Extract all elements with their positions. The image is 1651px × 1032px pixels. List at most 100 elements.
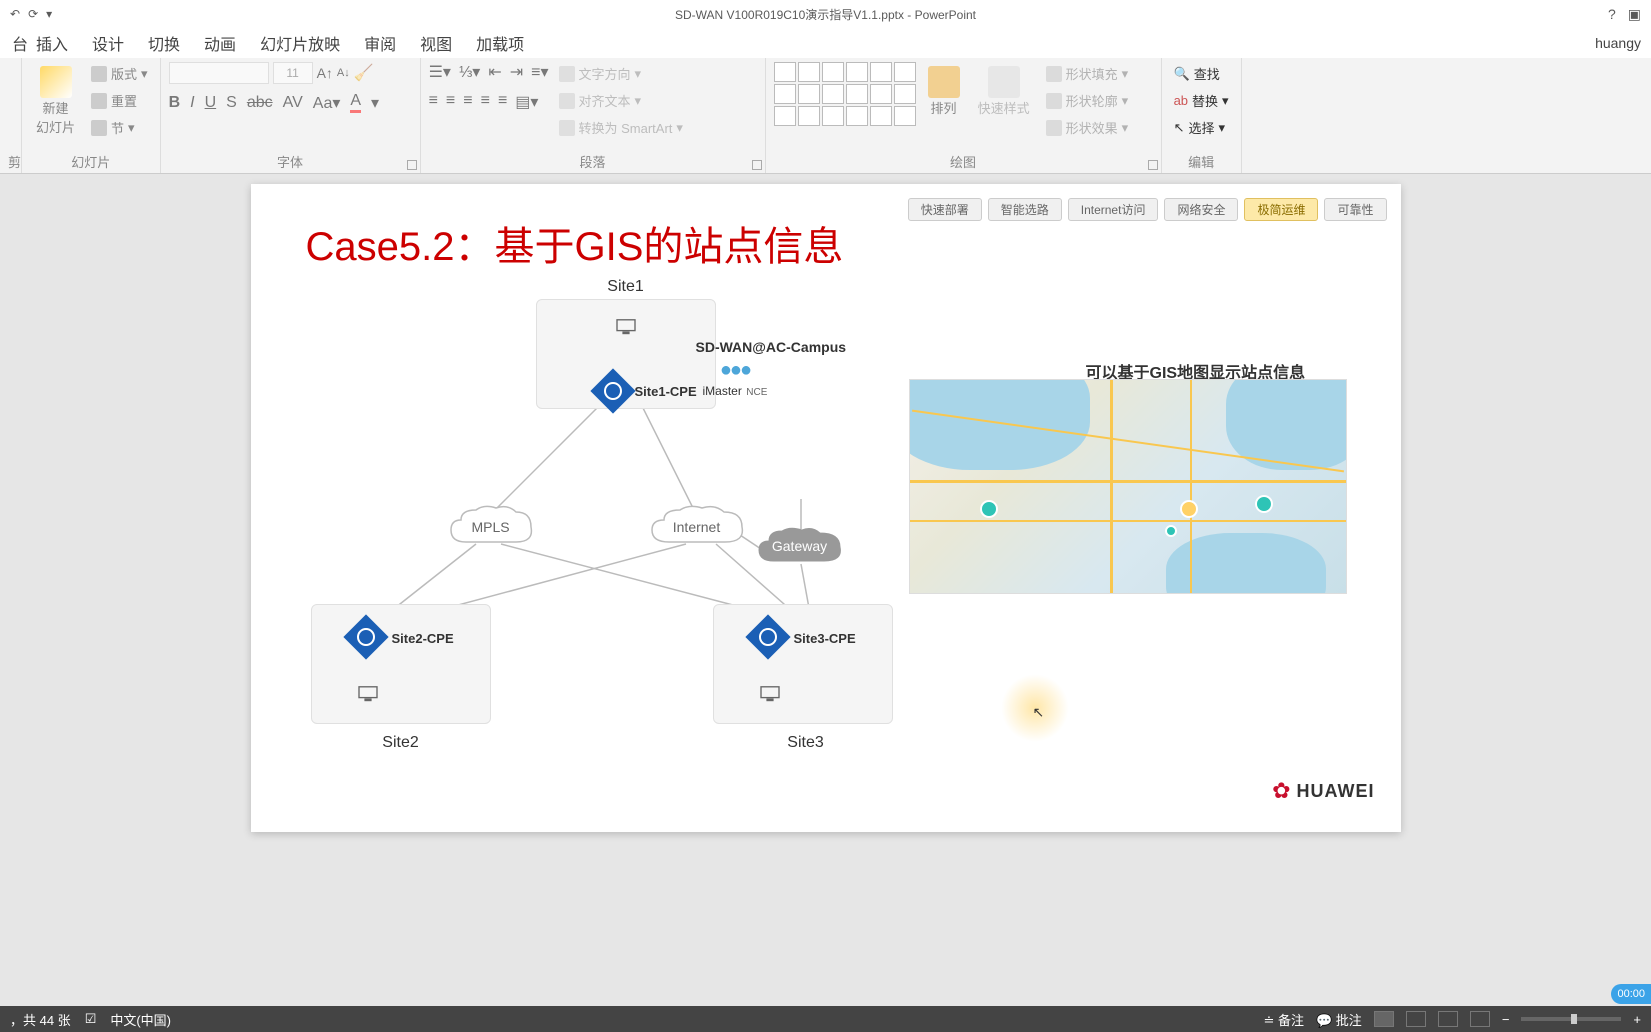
- pc-icon: [357, 685, 379, 703]
- columns-button[interactable]: ▤▾: [515, 92, 538, 112]
- slideshow-view-button[interactable]: [1470, 1011, 1490, 1027]
- zoom-in-button[interactable]: +: [1633, 1012, 1641, 1027]
- site3-cpe-icon: [745, 614, 790, 659]
- tab-review[interactable]: 审阅: [352, 28, 408, 57]
- shape-effects-icon: [1046, 120, 1062, 136]
- align-text-button[interactable]: 对齐文本▾: [555, 89, 687, 112]
- site2-label: Site2: [351, 734, 451, 752]
- distribute-button[interactable]: ≡: [498, 92, 507, 112]
- shape-fill-button[interactable]: 形状填充▾: [1042, 62, 1133, 85]
- network-diagram: Site1 Site1-CPE Site2-CPE Site2 Site3-CP…: [301, 284, 921, 774]
- nav-pill-security[interactable]: 网络安全: [1164, 198, 1238, 221]
- shape-fill-icon: [1046, 66, 1062, 82]
- site1-label: Site1: [576, 278, 676, 296]
- justify-button[interactable]: ≡: [481, 92, 490, 112]
- tab-view[interactable]: 视图: [408, 28, 464, 57]
- tab-insert[interactable]: 插入: [24, 28, 80, 57]
- nav-pill-internet[interactable]: Internet访问: [1068, 198, 1159, 221]
- paragraph-dialog-launcher[interactable]: [752, 160, 762, 170]
- reading-view-button[interactable]: [1438, 1011, 1458, 1027]
- tab-slideshow[interactable]: 幻灯片放映: [248, 28, 352, 57]
- increase-font-icon[interactable]: A↑: [317, 65, 333, 81]
- replace-button[interactable]: ab 替换▾: [1170, 89, 1233, 112]
- numbering-button[interactable]: ⅓▾: [459, 62, 480, 82]
- new-slide-button[interactable]: 新建 幻灯片: [30, 62, 81, 140]
- comments-button[interactable]: 💬 批注: [1316, 1010, 1362, 1029]
- underline-button[interactable]: U: [205, 94, 217, 112]
- arrange-button[interactable]: 排列: [922, 62, 966, 121]
- convert-smartart-button[interactable]: 转换为 SmartArt▾: [555, 116, 687, 139]
- increase-indent-button[interactable]: ⇥: [510, 62, 523, 82]
- tab-animations[interactable]: 动画: [192, 28, 248, 57]
- site3-label: Site3: [756, 734, 856, 752]
- slide-canvas[interactable]: Case5.2：基于GIS的站点信息 快速部署 智能选路 Internet访问 …: [251, 184, 1401, 832]
- undo-icon[interactable]: ↶: [10, 7, 20, 21]
- recording-time-badge: 00:00: [1611, 984, 1651, 1004]
- site2-box: Site2-CPE: [311, 604, 491, 724]
- zoom-slider[interactable]: [1521, 1017, 1621, 1021]
- italic-button[interactable]: I: [190, 94, 194, 112]
- repeat-icon[interactable]: ⟳: [28, 7, 38, 21]
- decrease-indent-button[interactable]: ⇤: [488, 62, 501, 82]
- tab-addins[interactable]: 加载项: [464, 28, 536, 57]
- shape-effects-button[interactable]: 形状效果▾: [1042, 116, 1133, 139]
- layout-button[interactable]: 版式▾: [87, 62, 152, 85]
- nav-pill-reliability[interactable]: 可靠性: [1324, 198, 1386, 221]
- change-case-button[interactable]: Aa▾: [313, 93, 341, 113]
- bold-button[interactable]: B: [169, 94, 181, 112]
- font-color-button[interactable]: A: [350, 92, 361, 113]
- sorter-view-button[interactable]: [1406, 1011, 1426, 1027]
- help-icon[interactable]: ?: [1608, 6, 1616, 23]
- group-drawing: 排列 快速样式 形状填充▾ 形状轮廓▾ 形状效果▾: [766, 58, 1162, 173]
- decrease-font-icon[interactable]: A↓: [337, 67, 350, 79]
- site2-cpe-icon: [343, 614, 388, 659]
- text-direction-button[interactable]: 文字方向▾: [555, 62, 687, 85]
- strikethrough-button[interactable]: abc: [247, 94, 273, 112]
- reset-button[interactable]: 重置: [87, 89, 152, 112]
- map-marker-2: [1255, 495, 1273, 513]
- align-left-button[interactable]: ≡: [429, 92, 438, 112]
- mpls-cloud: MPLS: [446, 502, 536, 552]
- font-name-combo[interactable]: [169, 62, 269, 84]
- account-name[interactable]: huangy: [1595, 35, 1651, 51]
- text-direction-icon: [559, 66, 575, 82]
- map-marker-3: [1165, 525, 1177, 537]
- tab-design[interactable]: 设计: [80, 28, 136, 57]
- nav-pills: 快速部署 智能选路 Internet访问 网络安全 极简运维 可靠性: [908, 198, 1387, 221]
- section-button[interactable]: 节▾: [87, 116, 152, 139]
- language-label[interactable]: 中文(中国): [110, 1010, 171, 1029]
- shadow-button[interactable]: S: [226, 94, 237, 112]
- status-bar: ，共 44 张 ☑ 中文(中国) ≐ 备注 💬 批注 − +: [0, 1006, 1651, 1032]
- spellcheck-icon[interactable]: ☑: [85, 1011, 97, 1027]
- qat-dropdown-icon[interactable]: ▾: [46, 7, 52, 21]
- drawing-dialog-launcher[interactable]: [1148, 160, 1158, 170]
- tab-transitions[interactable]: 切换: [136, 28, 192, 57]
- sdwan-title: SD-WAN@AC-Campus: [696, 339, 847, 355]
- nav-pill-routing[interactable]: 智能选路: [988, 198, 1062, 221]
- notes-button[interactable]: ≐ 备注: [1263, 1010, 1304, 1029]
- select-button[interactable]: ↖ 选择▾: [1170, 116, 1233, 139]
- nav-pill-deploy[interactable]: 快速部署: [908, 198, 982, 221]
- shape-outline-icon: [1046, 93, 1062, 109]
- ribbon-display-icon[interactable]: ▣: [1628, 6, 1641, 23]
- clear-format-icon[interactable]: 🧹: [354, 63, 374, 83]
- tab-home-edge[interactable]: 台: [0, 28, 24, 57]
- pc-icon: [615, 318, 637, 336]
- shape-outline-button[interactable]: 形状轮廓▾: [1042, 89, 1133, 112]
- slide-stage: Case5.2：基于GIS的站点信息 快速部署 智能选路 Internet访问 …: [0, 174, 1651, 1006]
- align-center-button[interactable]: ≡: [446, 92, 455, 112]
- shapes-gallery[interactable]: [774, 62, 916, 126]
- find-button[interactable]: 🔍 查找: [1170, 62, 1233, 85]
- char-spacing-button[interactable]: AV: [283, 94, 303, 112]
- quick-styles-button[interactable]: 快速样式: [972, 62, 1036, 121]
- bullets-button[interactable]: ☰▾: [429, 62, 451, 82]
- align-right-button[interactable]: ≡: [463, 92, 472, 112]
- font-size-combo[interactable]: 11: [273, 62, 313, 84]
- normal-view-button[interactable]: [1374, 1011, 1394, 1027]
- slide-title: Case5.2：基于GIS的站点信息: [306, 214, 844, 272]
- font-dialog-launcher[interactable]: [407, 160, 417, 170]
- line-spacing-button[interactable]: ≡▾: [531, 62, 548, 82]
- find-icon: 🔍: [1174, 66, 1190, 82]
- nav-pill-ops[interactable]: 极简运维: [1244, 198, 1318, 221]
- zoom-out-button[interactable]: −: [1502, 1012, 1510, 1027]
